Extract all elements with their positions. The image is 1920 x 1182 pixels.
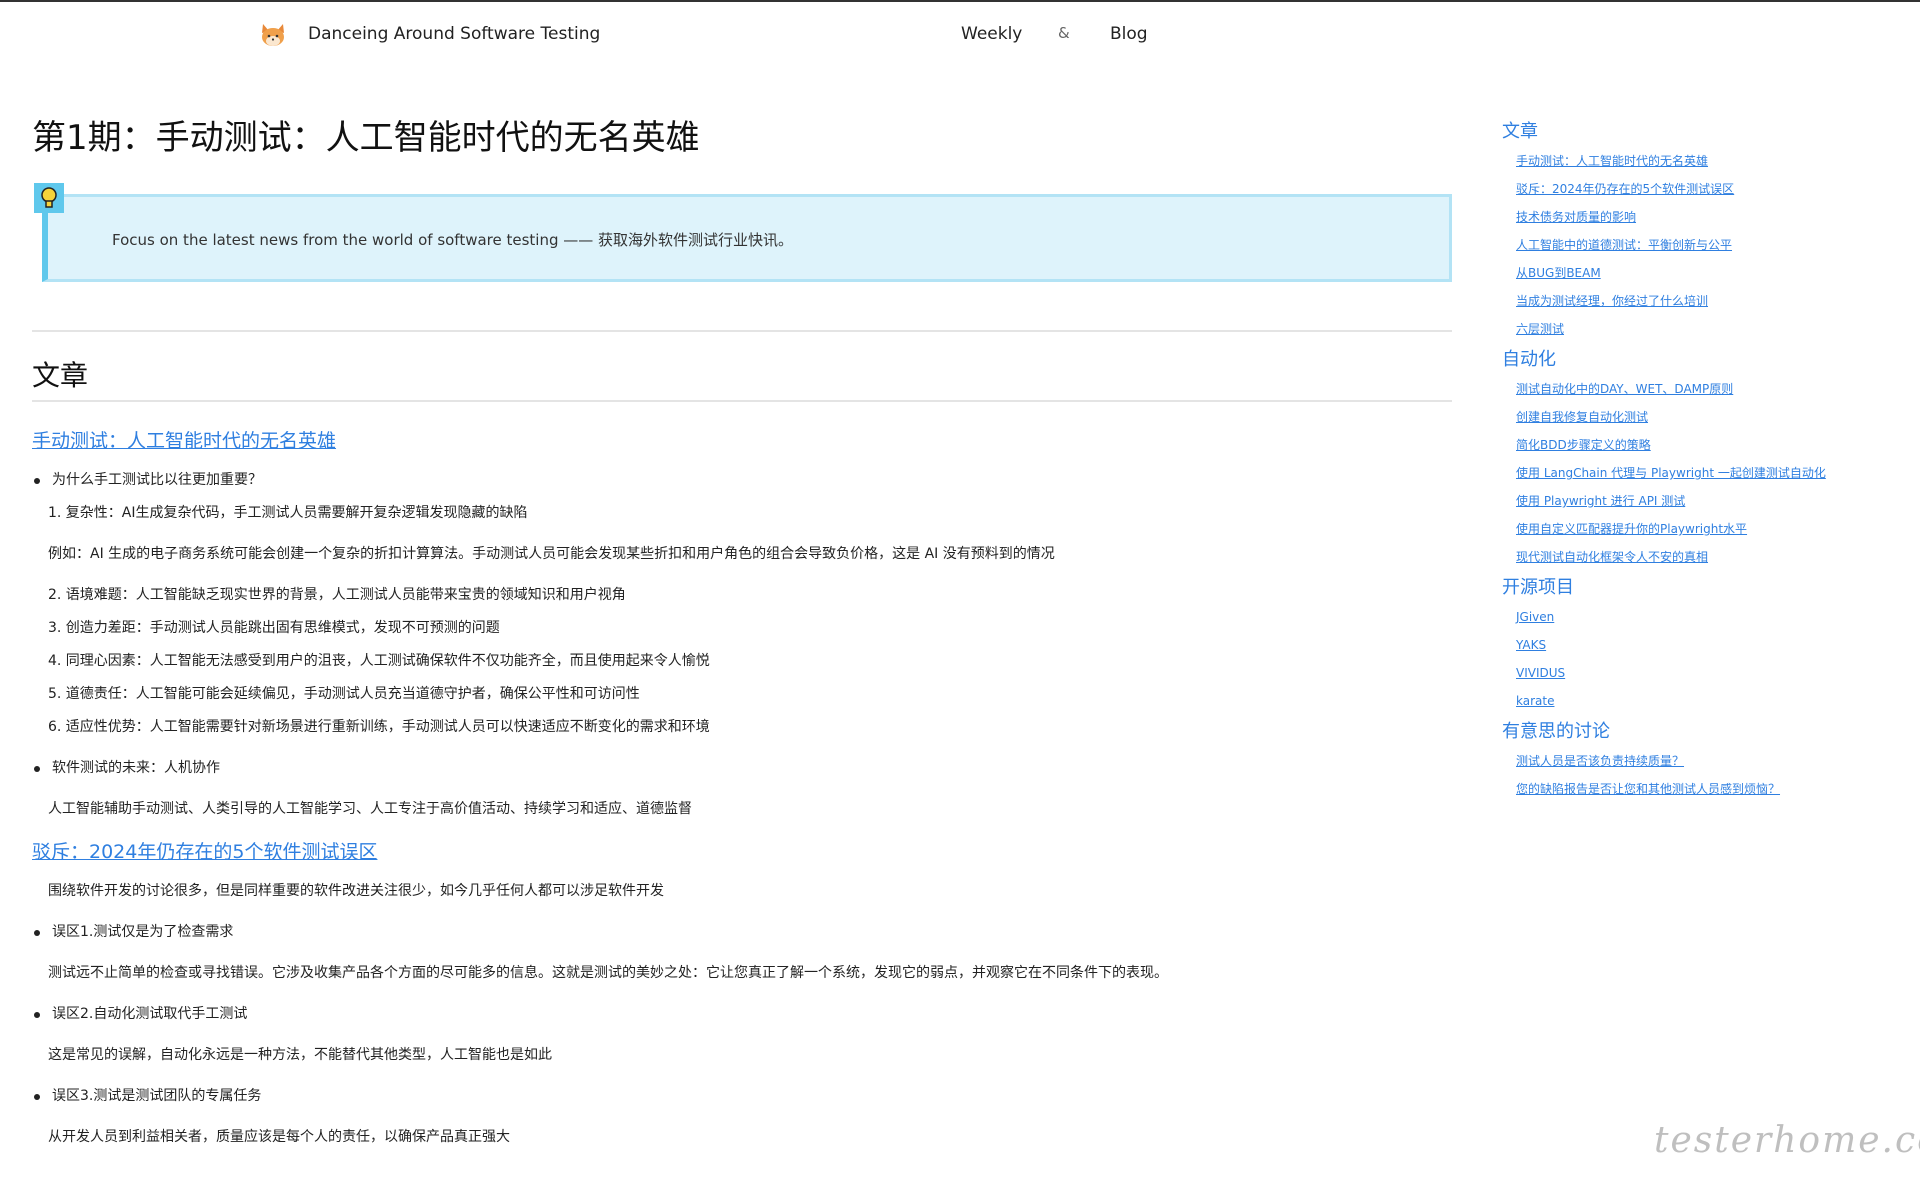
- toc-link[interactable]: 六层测试: [1516, 320, 1902, 339]
- toc-category[interactable]: 文章: [1502, 120, 1902, 144]
- site-title[interactable]: Danceing Around Software Testing: [308, 24, 600, 44]
- divider: [32, 330, 1452, 332]
- toc-link[interactable]: 当成为测试经理，你经过了什么培训: [1516, 292, 1902, 311]
- list-item: 误区2.自动化测试取代手工测试: [32, 1004, 1452, 1024]
- list-item: 软件测试的未来：人机协作: [32, 758, 1452, 778]
- site-header: Danceing Around Software Testing Weekly …: [0, 0, 1920, 70]
- watermark: testerhome.com: [1654, 1120, 1920, 1161]
- numbered-item: 5. 道德责任：人工智能可能会延续偏见，手动测试人员充当道德守护者，确保公平性和…: [48, 686, 640, 702]
- shiba-logo-icon[interactable]: [258, 20, 288, 50]
- numbered-item: 4. 同理心因素：人工智能无法感受到用户的沮丧，人工测试确保软件不仅功能齐全，而…: [48, 653, 710, 669]
- toc-link[interactable]: 使用 Playwright 进行 API 测试: [1516, 492, 1902, 511]
- numbered-item: 6. 适应性优势：人工智能需要针对新场景进行重新训练，手动测试人员可以快速适应不…: [48, 719, 710, 735]
- toc-group-articles: 文章 手动测试：人工智能时代的无名英雄 驳斥：2024年仍存在的5个软件测试误区…: [1502, 120, 1902, 339]
- toc-category[interactable]: 自动化: [1502, 348, 1902, 372]
- paragraph: 从开发人员到利益相关者，质量应该是每个人的责任，以确保产品真正强大: [48, 1129, 510, 1145]
- toc-link[interactable]: VIVIDUS: [1516, 664, 1902, 683]
- callout-box: Focus on the latest news from the world …: [34, 183, 1452, 282]
- toc-link[interactable]: YAKS: [1516, 636, 1902, 655]
- toc-link[interactable]: 测试人员是否该负责持续质量？: [1516, 752, 1902, 771]
- lightbulb-icon: [34, 183, 64, 213]
- paragraph: 例如：AI 生成的电子商务系统可能会创建一个复杂的折扣计算算法。手动测试人员可能…: [48, 546, 1055, 562]
- paragraph: 围绕软件开发的讨论很多，但是同样重要的软件改进关注很少，如今几乎任何人都可以涉足…: [48, 883, 664, 899]
- toc-link[interactable]: JGiven: [1516, 608, 1902, 627]
- toc-group-discussions: 有意思的讨论 测试人员是否该负责持续质量？ 您的缺陷报告是否让您和其他测试人员感…: [1502, 720, 1902, 799]
- list-item: 为什么手工测试比以往更加重要？: [32, 470, 1452, 490]
- nav-weekly-link[interactable]: Weekly: [961, 24, 1022, 44]
- toc-category[interactable]: 开源项目: [1502, 576, 1902, 600]
- page-title: 第1期：手动测试：人工智能时代的无名英雄: [32, 118, 700, 158]
- toc-link[interactable]: 人工智能中的道德测试：平衡创新与公平: [1516, 236, 1902, 255]
- list-item: 误区3.测试是测试团队的专属任务: [32, 1086, 1452, 1106]
- toc-link[interactable]: 手动测试：人工智能时代的无名英雄: [1516, 152, 1902, 171]
- toc-group-open-source: 开源项目 JGiven YAKS VIVIDUS karate: [1502, 576, 1902, 711]
- callout-text: Focus on the latest news from the world …: [112, 231, 794, 249]
- toc-link[interactable]: 使用自定义匹配器提升你的Playwright水平: [1516, 520, 1902, 539]
- toc-link[interactable]: 简化BDD步骤定义的策略: [1516, 436, 1902, 455]
- numbered-item: 2. 语境难题：人工智能缺乏现实世界的背景，人工测试人员能带来宝贵的领域知识和用…: [48, 587, 626, 603]
- nav-separator: &: [1058, 24, 1070, 42]
- toc-link[interactable]: 您的缺陷报告是否让您和其他测试人员感到烦恼？: [1516, 780, 1902, 799]
- article-title-link[interactable]: 驳斥：2024年仍存在的5个软件测试误区: [32, 839, 1452, 865]
- paragraph: 测试远不止简单的检查或寻找错误。它涉及收集产品各个方面的尽可能多的信息。这就是测…: [48, 965, 1168, 981]
- toc-group-automation: 自动化 测试自动化中的DAY、WET、DAMP原则 创建自我修复自动化测试 简化…: [1502, 348, 1902, 567]
- toc-link[interactable]: 驳斥：2024年仍存在的5个软件测试误区: [1516, 180, 1902, 199]
- numbered-item: 3. 创造力差距：手动测试人员能跳出固有思维模式，发现不可预测的问题: [48, 620, 500, 636]
- toc-link[interactable]: 测试自动化中的DAY、WET、DAMP原则: [1516, 380, 1902, 399]
- nav-blog-link[interactable]: Blog: [1110, 24, 1148, 44]
- paragraph: 人工智能辅助手动测试、人类引导的人工智能学习、人工专注于高价值活动、持续学习和适…: [48, 801, 692, 817]
- numbered-item: 1. 复杂性：AI生成复杂代码，手工测试人员需要解开复杂逻辑发现隐藏的缺陷: [48, 505, 528, 521]
- toc-link[interactable]: 从BUG到BEAM: [1516, 264, 1902, 283]
- toc-sidebar: 文章 手动测试：人工智能时代的无名英雄 驳斥：2024年仍存在的5个软件测试误区…: [1502, 120, 1902, 808]
- paragraph: 这是常见的误解，自动化永远是一种方法，不能替代其他类型，人工智能也是如此: [48, 1047, 552, 1063]
- toc-link[interactable]: 技术债务对质量的影响: [1516, 208, 1902, 227]
- toc-link[interactable]: 使用 LangChain 代理与 Playwright 一起创建测试自动化: [1516, 464, 1902, 483]
- list-item: 误区1.测试仅是为了检查需求: [32, 922, 1452, 942]
- section-heading: 文章: [32, 359, 89, 392]
- toc-link[interactable]: 现代测试自动化框架令人不安的真相: [1516, 548, 1902, 567]
- toc-category[interactable]: 有意思的讨论: [1502, 720, 1902, 744]
- article-list: 手动测试：人工智能时代的无名英雄 为什么手工测试比以往更加重要？ 1. 复杂性：…: [32, 428, 1452, 1160]
- toc-link[interactable]: 创建自我修复自动化测试: [1516, 408, 1902, 427]
- section-divider: [32, 400, 1452, 402]
- toc-link[interactable]: karate: [1516, 692, 1902, 711]
- article-title-link[interactable]: 手动测试：人工智能时代的无名英雄: [32, 428, 1452, 454]
